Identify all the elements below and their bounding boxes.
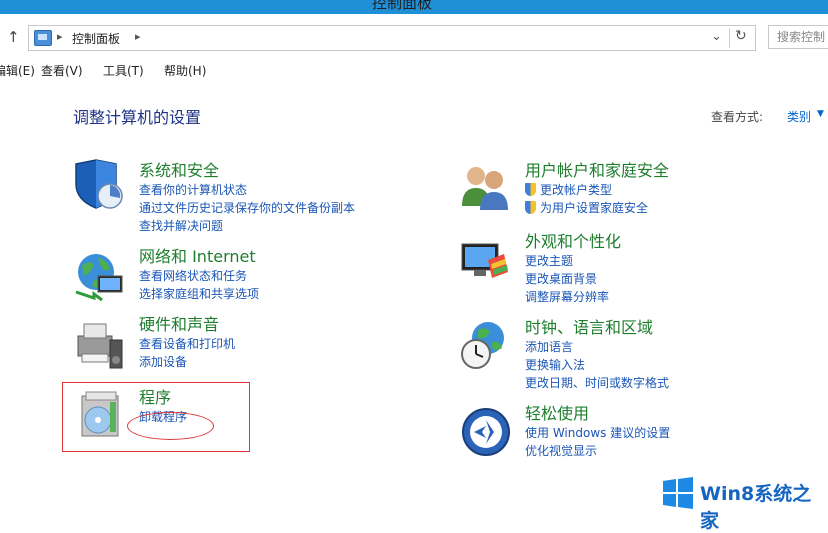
- uac-shield-icon: [525, 201, 536, 214]
- menu-help[interactable]: 帮助(H): [164, 62, 206, 79]
- link-change-theme[interactable]: 更改主题: [525, 252, 621, 270]
- category-network-internet: 网络和 Internet 查看网络状态和任务 选择家庭组和共享选项: [139, 246, 259, 303]
- category-hardware-sound: 硬件和声音 查看设备和打印机 添加设备: [139, 314, 235, 371]
- divider: [729, 28, 730, 48]
- link-troubleshoot[interactable]: 查找并解决问题: [139, 217, 355, 235]
- category-system-security: 系统和安全 查看你的计算机状态 通过文件历史记录保存你的文件备份副本 查找并解决…: [139, 160, 355, 235]
- link-change-account-type[interactable]: 更改帐户类型: [525, 181, 669, 199]
- menu-bar: 编辑(E) 查看(V) 工具(T) 帮助(H): [0, 60, 828, 82]
- menu-view[interactable]: 查看(V): [41, 62, 83, 79]
- category-ease-of-access: 轻松使用 使用 Windows 建议的设置 优化视觉显示: [525, 403, 670, 460]
- link-optimize-visual-display[interactable]: 优化视觉显示: [525, 442, 670, 460]
- address-bar[interactable]: ▸ 控制面板 ▸ ⌄ ↻: [28, 25, 756, 51]
- category-user-accounts: 用户帐户和家庭安全 更改帐户类型 为用户设置家庭安全: [525, 160, 669, 217]
- hardware-sound-icon[interactable]: [72, 318, 126, 372]
- appearance-personalization-icon[interactable]: [458, 236, 512, 290]
- ease-of-access-icon[interactable]: [460, 406, 514, 460]
- link-add-device[interactable]: 添加设备: [139, 353, 235, 371]
- watermark-text: Win8系统之家: [700, 483, 812, 532]
- link-date-time-format[interactable]: 更改日期、时间或数字格式: [525, 374, 669, 392]
- category-title-appearance[interactable]: 外观和个性化: [525, 231, 621, 252]
- link-add-language[interactable]: 添加语言: [525, 338, 669, 356]
- up-arrow-icon[interactable]: ↑: [7, 28, 20, 46]
- link-view-computer-status[interactable]: 查看你的计算机状态: [139, 181, 355, 199]
- category-title-ease-of-access[interactable]: 轻松使用: [525, 403, 670, 424]
- uac-shield-icon: [525, 183, 536, 196]
- system-security-icon[interactable]: [72, 158, 126, 212]
- link-devices-printers[interactable]: 查看设备和打印机: [139, 335, 235, 353]
- link-windows-recommended-settings[interactable]: 使用 Windows 建议的设置: [525, 424, 670, 442]
- link-change-input-method[interactable]: 更换输入法: [525, 356, 669, 374]
- category-title-network-internet[interactable]: 网络和 Internet: [139, 246, 259, 267]
- category-title-clock-language-region[interactable]: 时钟、语言和区域: [525, 317, 669, 338]
- link-family-safety[interactable]: 为用户设置家庭安全: [525, 199, 669, 217]
- category-appearance: 外观和个性化 更改主题 更改桌面背景 调整屏幕分辨率: [525, 231, 621, 306]
- menu-edit[interactable]: 编辑(E): [0, 62, 35, 79]
- title-bar[interactable]: 控制面板: [0, 0, 828, 14]
- menu-tools[interactable]: 工具(T): [103, 62, 144, 79]
- breadcrumb-chevron-icon[interactable]: ▸: [57, 30, 63, 43]
- view-by-value[interactable]: 类别: [787, 108, 811, 125]
- link-file-history-backup[interactable]: 通过文件历史记录保存你的文件备份副本: [139, 199, 355, 217]
- chevron-down-icon[interactable]: ▼: [817, 109, 824, 119]
- page-title: 调整计算机的设置: [73, 108, 202, 127]
- category-title-user-accounts[interactable]: 用户帐户和家庭安全: [525, 160, 669, 181]
- link-network-status[interactable]: 查看网络状态和任务: [139, 267, 259, 285]
- chevron-down-icon[interactable]: ⌄: [711, 29, 722, 44]
- link-label: 更改帐户类型: [540, 183, 613, 197]
- network-internet-icon[interactable]: [72, 250, 126, 304]
- user-accounts-icon[interactable]: [458, 160, 512, 214]
- clock-language-region-icon[interactable]: [458, 318, 512, 372]
- view-by-label: 查看方式:: [711, 110, 764, 124]
- link-change-desktop-background[interactable]: 更改桌面背景: [525, 270, 621, 288]
- search-input[interactable]: [768, 25, 828, 49]
- window-title: 控制面板: [372, 0, 433, 12]
- category-title-hardware-sound[interactable]: 硬件和声音: [139, 314, 235, 335]
- address-row: ↑ ▸ 控制面板 ▸ ⌄ ↻: [0, 22, 828, 52]
- breadcrumb-chevron-icon[interactable]: ▸: [135, 30, 141, 43]
- windows-logo-icon: [663, 477, 693, 509]
- refresh-icon[interactable]: ↻: [735, 28, 747, 44]
- breadcrumb-control-panel[interactable]: 控制面板: [72, 30, 120, 47]
- link-homegroup-sharing[interactable]: 选择家庭组和共享选项: [139, 285, 259, 303]
- highlight-ellipse: [127, 412, 214, 440]
- link-screen-resolution[interactable]: 调整屏幕分辨率: [525, 288, 621, 306]
- control-panel-icon: [34, 30, 52, 46]
- category-clock-language-region: 时钟、语言和区域 添加语言 更换输入法 更改日期、时间或数字格式: [525, 317, 669, 392]
- category-title-system-security[interactable]: 系统和安全: [139, 160, 355, 181]
- link-label: 为用户设置家庭安全: [540, 201, 649, 215]
